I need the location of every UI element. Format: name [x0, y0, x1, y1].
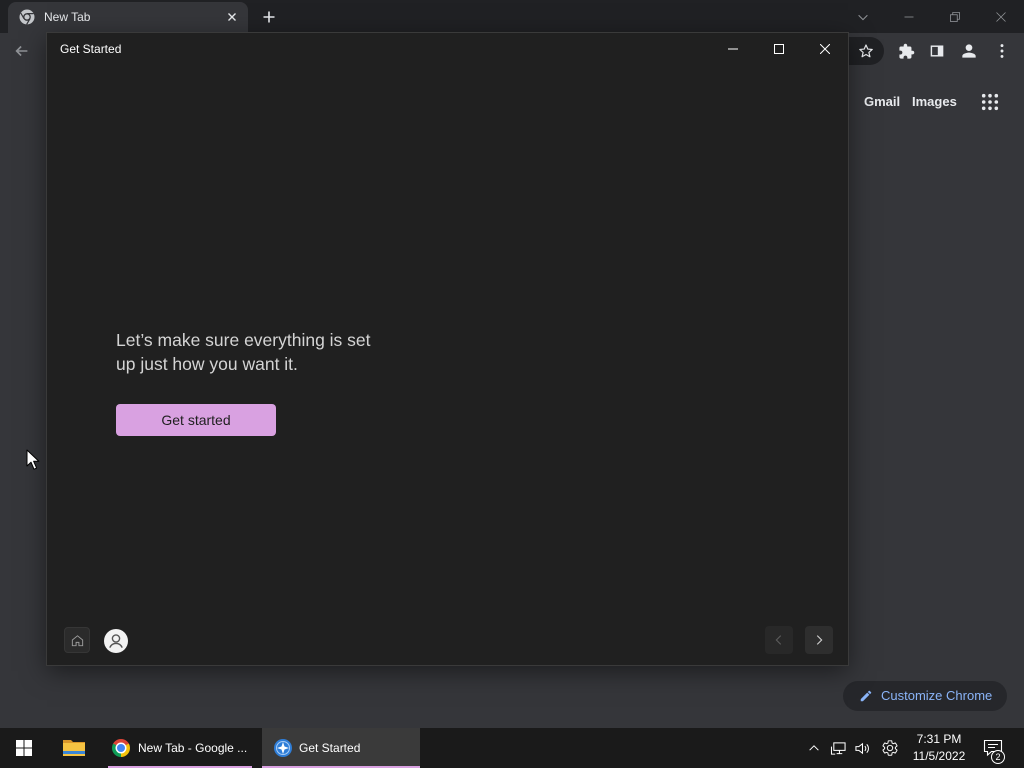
apps-grid-icon[interactable]	[978, 90, 1002, 114]
side-panel-icon[interactable]	[923, 37, 951, 65]
settings-icon[interactable]	[878, 728, 902, 768]
customize-chrome-button[interactable]: Customize Chrome	[843, 681, 1007, 711]
windows-logo-icon[interactable]	[0, 728, 48, 768]
browser-tab-strip: New Tab	[0, 0, 1024, 33]
customize-chrome-label: Customize Chrome	[881, 688, 993, 703]
star-icon[interactable]	[858, 43, 874, 59]
window-title: Get Started	[60, 42, 122, 56]
close-icon[interactable]	[224, 9, 240, 25]
notification-count-badge: 2	[991, 750, 1005, 764]
network-icon[interactable]	[826, 728, 850, 768]
minimize-icon[interactable]	[710, 33, 756, 65]
mouse-cursor-icon	[26, 449, 40, 471]
chevron-left-icon[interactable]	[765, 626, 793, 654]
get-started-button[interactable]: Get started	[116, 404, 276, 436]
close-icon[interactable]	[978, 0, 1024, 33]
chevron-up-icon[interactable]	[802, 728, 826, 768]
get-started-window: Get Started Let’s make sure everything i…	[47, 33, 848, 665]
taskbar-app-chrome[interactable]: New Tab - Google ...	[104, 728, 256, 768]
chrome-icon	[112, 739, 130, 757]
get-started-icon	[273, 738, 293, 758]
chrome-icon	[19, 9, 35, 25]
folder-icon[interactable]	[50, 728, 98, 768]
taskbar-app-label: Get Started	[299, 741, 361, 755]
user-avatar-icon[interactable]	[104, 629, 128, 653]
clock-date: 11/5/2022	[912, 749, 966, 763]
clock-time: 7:31 PM	[916, 732, 962, 746]
home-icon[interactable]	[64, 627, 90, 653]
chevron-right-icon[interactable]	[805, 626, 833, 654]
tab-new-tab[interactable]: New Tab	[8, 2, 248, 33]
profile-icon[interactable]	[955, 37, 983, 65]
taskbar-app-get-started[interactable]: Get Started	[262, 728, 420, 768]
images-link[interactable]: Images	[912, 94, 957, 110]
notification-center-button[interactable]: 2	[973, 728, 1013, 768]
restore-icon[interactable]	[932, 0, 978, 33]
welcome-heading: Let’s make sure everything is set up jus…	[116, 330, 371, 374]
maximize-icon[interactable]	[756, 33, 802, 65]
system-clock[interactable]: 7:31 PM 11/5/2022	[906, 728, 972, 768]
pencil-icon	[859, 689, 873, 703]
chevron-down-icon[interactable]	[840, 0, 886, 33]
back-arrow-icon[interactable]	[8, 37, 36, 65]
close-icon[interactable]	[802, 33, 848, 65]
taskbar-app-label: New Tab - Google ...	[138, 741, 248, 755]
minimize-icon[interactable]	[886, 0, 932, 33]
tab-title: New Tab	[44, 10, 91, 24]
taskbar: New Tab - Google ... Get Started 7:31 PM…	[0, 728, 1024, 768]
gmail-link[interactable]: Gmail	[864, 94, 900, 110]
extensions-icon[interactable]	[892, 37, 920, 65]
volume-icon[interactable]	[850, 728, 874, 768]
plus-icon[interactable]	[259, 7, 279, 27]
more-menu-icon[interactable]	[988, 37, 1016, 65]
